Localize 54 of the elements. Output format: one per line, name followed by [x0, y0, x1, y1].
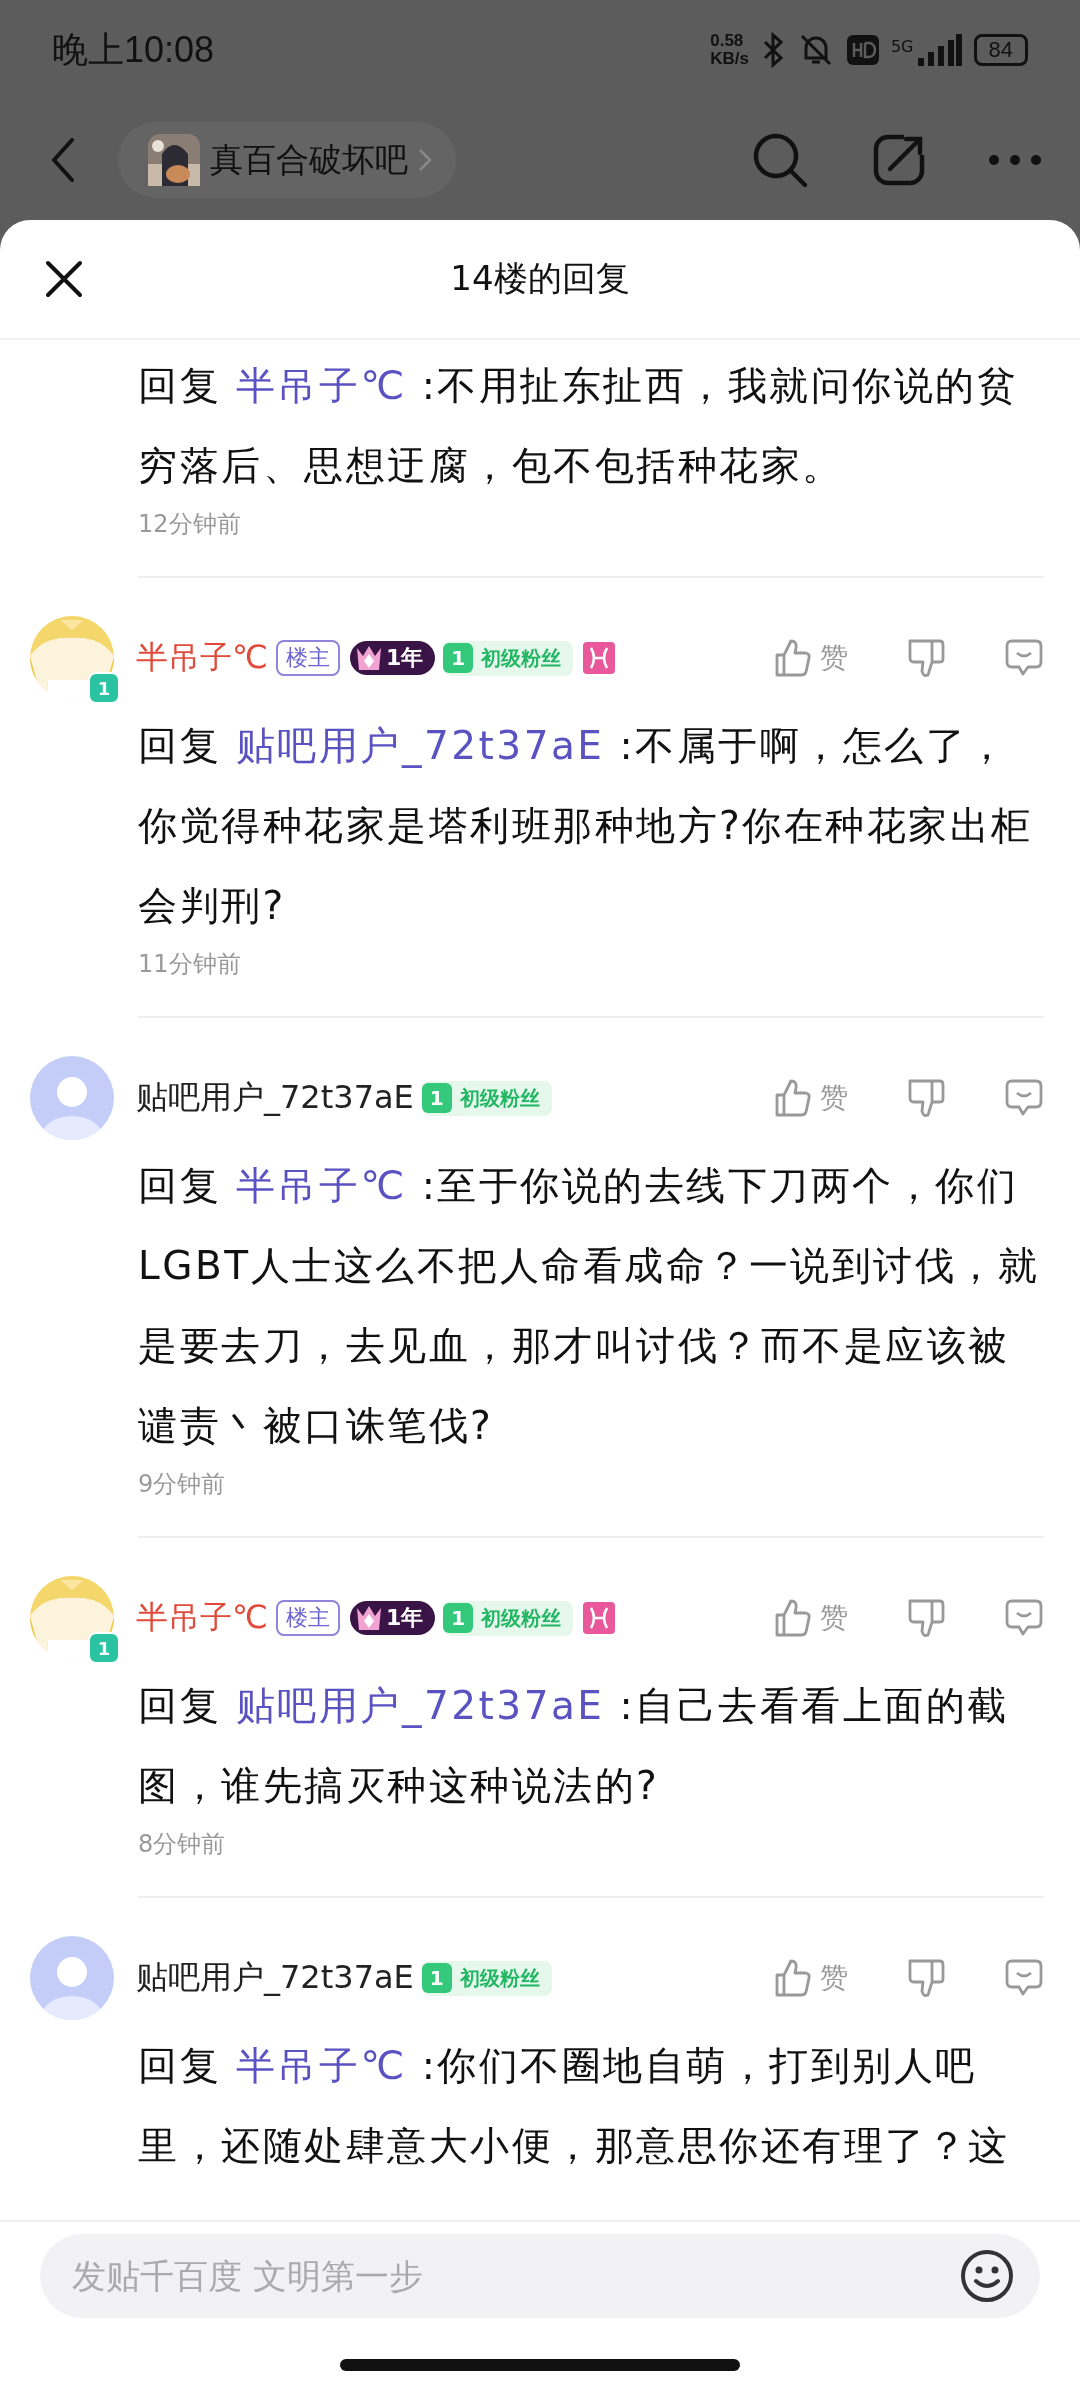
signal-icon	[917, 34, 962, 66]
username[interactable]: 半吊子℃	[136, 1596, 268, 1640]
share-icon[interactable]	[872, 133, 926, 187]
sheet-title: 14楼的回复	[450, 257, 630, 300]
dislike-icon[interactable]	[906, 637, 946, 679]
year-badge: 1年	[349, 641, 436, 675]
mention-link[interactable]: 半吊子℃	[235, 2043, 407, 2088]
status-time: 晚上10:08	[52, 27, 215, 72]
more-icon[interactable]	[988, 154, 1042, 166]
fan-badge: 1 初级粉丝	[443, 1600, 574, 1636]
close-icon[interactable]	[45, 260, 83, 298]
fan-badge: 1 初级粉丝	[443, 640, 574, 676]
crown-icon	[355, 644, 382, 672]
network-speed: 0.58 KB/s	[710, 32, 749, 68]
year-badge: 1年	[349, 1601, 436, 1635]
op-badge: 楼主	[275, 1600, 340, 1636]
mention-link[interactable]: 贴吧用户_72t37aE	[235, 1683, 605, 1728]
reply-time: 9分钟前	[138, 1469, 227, 1500]
level-badge: 1	[88, 1632, 120, 1664]
username[interactable]: 半吊子℃	[136, 636, 268, 680]
comment-icon[interactable]	[1004, 1078, 1044, 1118]
dislike-icon[interactable]	[906, 1077, 946, 1119]
reply-text: 回复 半吊子℃ :不用扯东扯西，我就问你说的贫穷落后、思想迂腐，包不包括种花家。	[138, 362, 1020, 490]
mention-link[interactable]: 贴吧用户_72t37aE	[235, 723, 605, 768]
reply-text: 回复 半吊子℃ :至于你说的去线下刀两个，你们LGBT人士这么不把人命看成命？一说到讨伐，就是要去刀，去见血，那才叫讨伐？而不是应该被谴责丶被口诛笔伐?	[138, 1162, 1041, 1450]
fan-badge: 1 初级粉丝	[421, 1080, 552, 1116]
mention-link[interactable]: 半吊子℃	[235, 1163, 407, 1208]
level-badge: 1	[88, 672, 120, 704]
op-badge: 楼主	[275, 640, 340, 676]
reply-time: 12分钟前	[138, 509, 242, 540]
username[interactable]: 贴吧用户_72t37aE	[136, 1076, 414, 1120]
hd-icon	[846, 35, 879, 65]
dislike-icon[interactable]	[906, 1597, 946, 1639]
username[interactable]: 贴吧用户_72t37aE	[136, 1956, 414, 2000]
emoji-icon[interactable]	[960, 2249, 1014, 2303]
forum-chip[interactable]: 真百合破坏吧	[118, 122, 456, 198]
reply-text: 回复 半吊子℃ :你们不圈地自萌，打到别人吧里，还随处肆意大小便，那意思你还有理了？这	[138, 2042, 1011, 2170]
reply-time: 8分钟前	[138, 1829, 227, 1860]
comment-field[interactable]: 发贴千百度 文明第一步	[40, 2234, 1040, 2318]
back-icon[interactable]	[50, 136, 76, 184]
fan-badge: 1 初级粉丝	[421, 1960, 552, 1996]
reply-text: 回复 贴吧用户_72t37aE :自己去看看上面的截图，谁先搞灭种这种说法的?	[138, 1682, 1010, 1810]
comment-icon[interactable]	[1004, 1598, 1044, 1638]
reply-time: 11分钟前	[138, 949, 242, 980]
mention-link[interactable]: 半吊子℃	[235, 363, 407, 408]
crown-icon	[355, 1604, 382, 1632]
chevron-right-icon	[418, 148, 432, 172]
comment-icon[interactable]	[1004, 638, 1044, 678]
reply-text: 回复 贴吧用户_72t37aE :不属于啊，怎么了，你觉得种花家是塔利班那种地方?你在种花家出柜会判刑?	[138, 722, 1034, 930]
comment-icon[interactable]	[1004, 1958, 1044, 1998]
network-type: 5G	[890, 37, 914, 56]
battery-indicator: 84	[973, 34, 1028, 66]
dislike-icon[interactable]	[906, 1957, 946, 1999]
comment-input[interactable]: 发贴千百度 文明第一步	[70, 2255, 960, 2297]
